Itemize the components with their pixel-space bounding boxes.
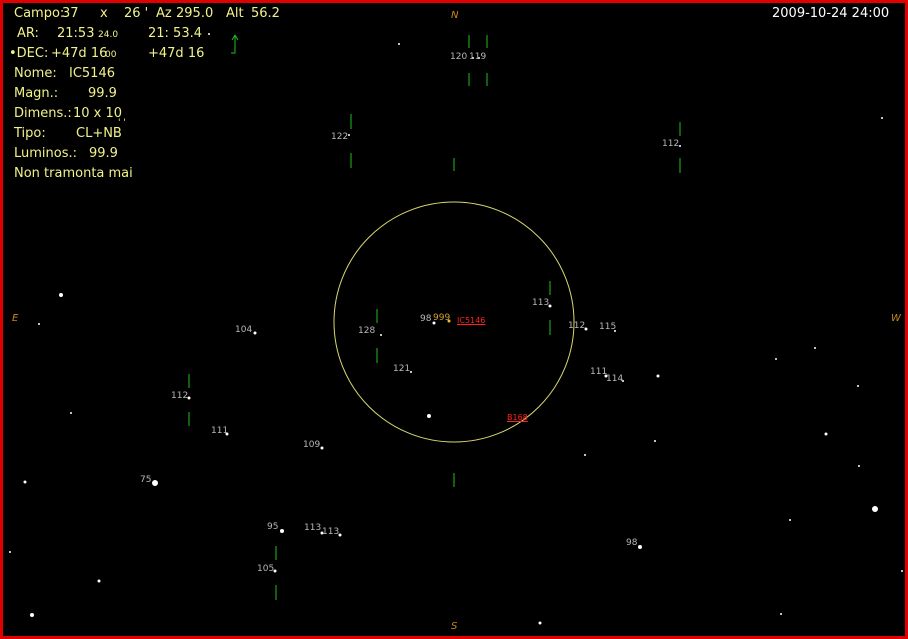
magn-value: 99.9 (88, 86, 117, 101)
azimuth-value: 295.0 (176, 6, 214, 21)
star-label: 122 (331, 132, 349, 142)
ar-seconds: 24.0 (98, 30, 119, 40)
dimens-value: 10 x 10 (73, 106, 123, 121)
star-label: 119 (469, 52, 487, 62)
star (380, 334, 382, 336)
campo-height: 26 ' (124, 6, 149, 21)
object-label-ic5146[interactable]: IC5146 (457, 316, 485, 325)
star (780, 613, 782, 615)
star (59, 293, 63, 297)
star-label: 112 (662, 139, 680, 149)
star (858, 465, 860, 467)
star (901, 570, 903, 572)
star (872, 506, 878, 512)
star (280, 529, 284, 533)
star (857, 385, 859, 387)
star (97, 579, 101, 583)
star-label: 113 (304, 523, 322, 533)
up-arrow-icon (231, 34, 239, 54)
star-label: 128 (358, 326, 376, 336)
star (30, 613, 34, 617)
star (656, 374, 660, 378)
star (679, 145, 681, 147)
luminos-label: Luminos.: (14, 146, 78, 161)
dimens-label: Dimens.: (14, 106, 72, 121)
cardinal-north: N (451, 10, 459, 21)
star (881, 117, 883, 119)
star-label: 75 (140, 475, 152, 485)
object-label-b168[interactable]: B168 (507, 413, 528, 422)
sky-chart[interactable] (3, 3, 905, 636)
ar-label: AR: (17, 26, 39, 41)
tipo-value: CL+NB (76, 126, 122, 141)
magn-label: Magn.: (14, 86, 59, 101)
star-label: 121 (393, 364, 411, 374)
campo-x: x (100, 6, 108, 21)
star (208, 33, 210, 35)
dec-seconds: 00 (105, 50, 117, 60)
field-circle (333, 201, 575, 443)
star-label: 98 (420, 314, 432, 324)
star (38, 323, 40, 325)
tipo-label: Tipo: (14, 126, 46, 141)
star-label: 98 (626, 538, 638, 548)
star-label: 105 (257, 564, 275, 574)
star (638, 545, 642, 549)
altitude-label: Alt (226, 6, 244, 21)
datetime: 2009-10-24 24:00 (772, 6, 890, 21)
star-label: 114 (606, 374, 624, 384)
sky-map-window[interactable]: Campo: 37 x 26 ' Az 295.0 Alt 56.2 AR: 2… (0, 0, 908, 639)
star-label: 113 (322, 527, 340, 537)
star (398, 43, 400, 45)
dec-value: +47d 16 (51, 46, 108, 61)
star (320, 446, 324, 450)
star (410, 371, 412, 373)
star-label: 120 (450, 52, 468, 62)
cardinal-south: S (451, 621, 458, 632)
star-label: 95 (267, 522, 279, 532)
star (814, 347, 816, 349)
star (654, 440, 656, 442)
star (789, 519, 791, 521)
star-label: 104 (235, 325, 253, 335)
star (775, 358, 777, 360)
star (70, 412, 72, 414)
target-magnitude: 999 (433, 313, 451, 323)
star-label: 115 (599, 322, 617, 332)
star-label: 113 (532, 298, 550, 308)
star (824, 432, 828, 436)
campo-width: 37 (62, 6, 79, 21)
azimuth-label: Az (156, 6, 172, 21)
ar-value: 21:53 (57, 26, 95, 41)
star (9, 551, 11, 553)
nome-label: Nome: (14, 66, 57, 81)
star (152, 480, 158, 486)
star (23, 480, 27, 484)
ar-value-current: 21: 53.4 (148, 26, 202, 41)
star-label: 112 (171, 391, 189, 401)
star (348, 134, 350, 136)
altitude-value: 56.2 (251, 6, 280, 21)
campo-label: Campo: (14, 6, 65, 21)
dec-value-current: +47d 16 (148, 46, 205, 61)
star (584, 454, 586, 456)
cardinal-east: E (12, 313, 19, 324)
star-label: 112 (568, 321, 586, 331)
star-label: 111 (590, 367, 608, 377)
cardinal-west: W (891, 313, 901, 324)
nome-value: IC5146 (69, 66, 115, 81)
luminos-value: 99.9 (89, 146, 118, 161)
star-label: 109 (303, 440, 321, 450)
visibility-status: Non tramonta mai (14, 166, 133, 181)
star (538, 621, 542, 625)
dec-label: •DEC: (9, 46, 49, 61)
star (427, 414, 431, 418)
star-label: 111 (211, 426, 229, 436)
star (253, 331, 257, 335)
